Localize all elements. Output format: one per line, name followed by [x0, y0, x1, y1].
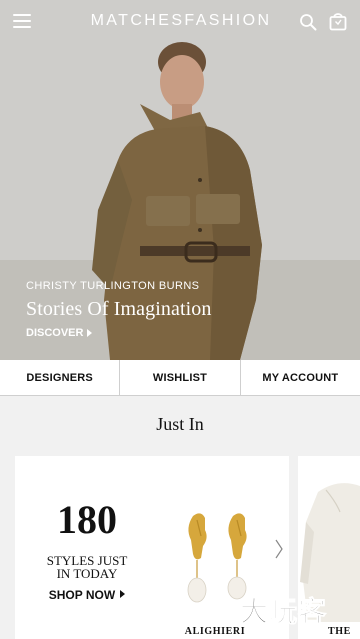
styles-count: 180 [57, 497, 117, 542]
hamburger-menu-icon[interactable] [13, 14, 31, 30]
hero-banner[interactable]: MATCHESFASHION CHRISTY TURLINGTON BURNS … [0, 0, 360, 360]
watermark-logo: 大玩客 [239, 595, 328, 629]
shop-now-link[interactable]: SHOP NOW [15, 588, 159, 602]
arrow-right-icon [87, 329, 93, 337]
brand-logo[interactable]: MATCHESFASHION [72, 12, 290, 30]
account-tabs: DESIGNERS WISHLIST MY ACCOUNT [0, 360, 360, 396]
tab-my-account[interactable]: MY ACCOUNT [239, 360, 360, 395]
tab-designers[interactable]: DESIGNERS [0, 360, 119, 395]
hero-title: Stories Of Imagination [26, 298, 212, 320]
top-navigation-bar: MATCHESFASHION [0, 0, 360, 44]
shop-now-label: SHOP NOW [48, 588, 116, 602]
shopping-bag-icon[interactable] [329, 12, 347, 31]
hero-eyebrow: CHRISTY TURLINGTON BURNS [26, 280, 200, 292]
styles-caption: STYLES JUST IN TODAY [15, 554, 159, 580]
chevron-right-icon[interactable] [274, 538, 284, 560]
search-icon[interactable] [299, 13, 317, 31]
product-brand: THE [328, 626, 351, 637]
discover-label: DISCOVER [26, 327, 84, 339]
arrow-right-icon [120, 590, 126, 598]
discover-link[interactable]: DISCOVER [26, 327, 93, 339]
styles-caption-line2: IN TODAY [56, 566, 118, 581]
section-title: Just In [156, 414, 204, 434]
hero-caption: CHRISTY TURLINGTON BURNS Stories Of Imag… [26, 280, 212, 341]
tab-wishlist[interactable]: WISHLIST [119, 360, 239, 395]
